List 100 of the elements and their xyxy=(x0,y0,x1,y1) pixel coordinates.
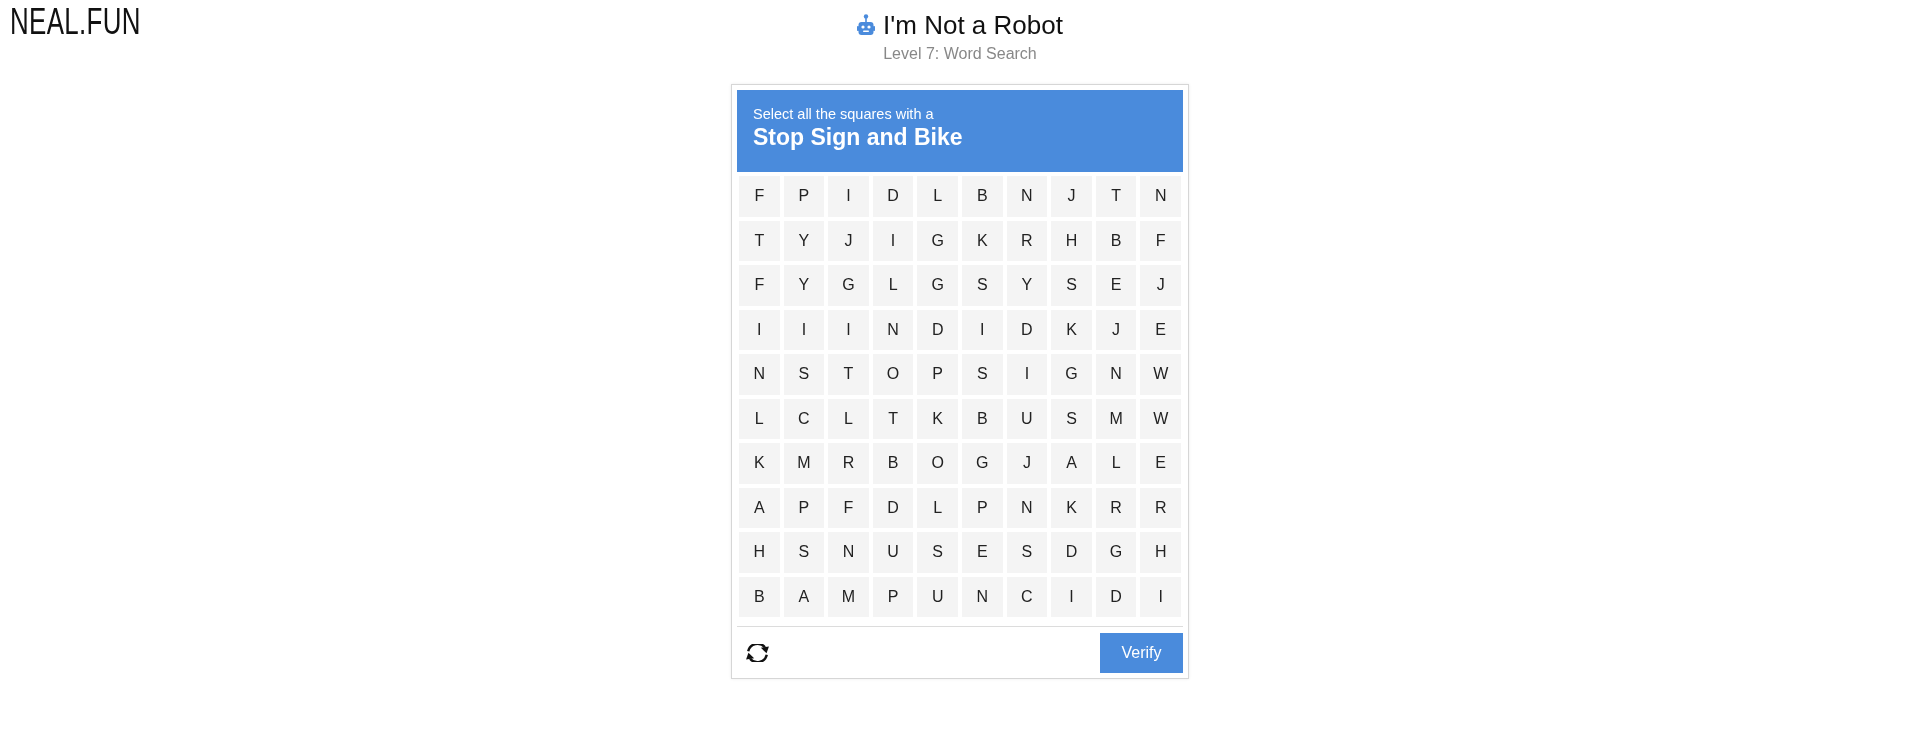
letter-tile[interactable]: F xyxy=(739,265,780,306)
letter-tile[interactable]: S xyxy=(962,354,1003,395)
letter-tile[interactable]: L xyxy=(917,487,958,528)
letter-tile[interactable]: G xyxy=(962,443,1003,484)
letter-tile[interactable]: R xyxy=(1006,220,1048,261)
letter-tile[interactable]: R xyxy=(828,443,869,484)
letter-tile[interactable]: S xyxy=(1051,265,1092,306)
letter-tile[interactable]: B xyxy=(739,576,780,617)
letter-tile[interactable]: L xyxy=(828,398,869,439)
letter-tile[interactable]: B xyxy=(872,443,914,484)
letter-tile[interactable]: I xyxy=(739,309,780,350)
letter-tile[interactable]: W xyxy=(1140,398,1181,439)
letter-tile[interactable]: W xyxy=(1140,354,1181,395)
letter-tile[interactable]: K xyxy=(962,220,1003,261)
letter-tile[interactable]: S xyxy=(783,532,825,573)
letter-tile[interactable]: O xyxy=(872,354,914,395)
letter-tile[interactable]: Y xyxy=(783,265,825,306)
letter-tile[interactable]: U xyxy=(872,532,914,573)
letter-tile[interactable]: H xyxy=(739,532,780,573)
letter-tile[interactable]: J xyxy=(1051,176,1092,217)
letter-tile[interactable]: S xyxy=(917,532,958,573)
letter-tile[interactable]: L xyxy=(917,176,958,217)
letter-tile[interactable]: J xyxy=(828,220,869,261)
letter-tile[interactable]: S xyxy=(1006,532,1048,573)
letter-tile[interactable]: T xyxy=(872,398,914,439)
letter-tile[interactable]: P xyxy=(962,487,1003,528)
letter-tile[interactable]: F xyxy=(739,176,780,217)
letter-tile[interactable]: P xyxy=(872,576,914,617)
letter-tile[interactable]: N xyxy=(1006,176,1048,217)
letter-tile[interactable]: P xyxy=(783,487,825,528)
letter-tile[interactable]: C xyxy=(783,398,825,439)
letter-tile[interactable]: R xyxy=(1140,487,1181,528)
letter-tile[interactable]: D xyxy=(1006,309,1048,350)
letter-tile[interactable]: E xyxy=(1140,309,1181,350)
letter-tile[interactable]: D xyxy=(872,176,914,217)
letter-tile[interactable]: H xyxy=(1140,532,1181,573)
letter-tile[interactable]: J xyxy=(1095,309,1137,350)
letter-tile[interactable]: D xyxy=(872,487,914,528)
letter-tile[interactable]: N xyxy=(962,576,1003,617)
letter-tile[interactable]: G xyxy=(917,220,958,261)
letter-tile[interactable]: M xyxy=(783,443,825,484)
letter-tile[interactable]: L xyxy=(872,265,914,306)
letter-tile[interactable]: S xyxy=(962,265,1003,306)
letter-tile[interactable]: N xyxy=(1140,176,1181,217)
letter-tile[interactable]: O xyxy=(917,443,958,484)
letter-tile[interactable]: B xyxy=(1095,220,1137,261)
letter-tile[interactable]: S xyxy=(1051,398,1092,439)
letter-tile[interactable]: B xyxy=(962,398,1003,439)
letter-tile[interactable]: E xyxy=(962,532,1003,573)
letter-tile[interactable]: I xyxy=(962,309,1003,350)
letter-tile[interactable]: M xyxy=(828,576,869,617)
letter-tile[interactable]: G xyxy=(917,265,958,306)
letter-tile[interactable]: U xyxy=(1006,398,1048,439)
letter-tile[interactable]: H xyxy=(1051,220,1092,261)
letter-tile[interactable]: M xyxy=(1095,398,1137,439)
letter-tile[interactable]: B xyxy=(962,176,1003,217)
refresh-icon[interactable] xyxy=(745,644,770,662)
letter-tile[interactable]: G xyxy=(1095,532,1137,573)
letter-tile[interactable]: E xyxy=(1095,265,1137,306)
letter-tile[interactable]: G xyxy=(828,265,869,306)
letter-tile[interactable]: J xyxy=(1006,443,1048,484)
letter-tile[interactable]: T xyxy=(1095,176,1137,217)
letter-tile[interactable]: A xyxy=(739,487,780,528)
letter-tile[interactable]: A xyxy=(1051,443,1092,484)
letter-tile[interactable]: U xyxy=(917,576,958,617)
letter-tile[interactable]: P xyxy=(783,176,825,217)
letter-tile[interactable]: G xyxy=(1051,354,1092,395)
letter-tile[interactable]: K xyxy=(1051,309,1092,350)
letter-tile[interactable]: T xyxy=(739,220,780,261)
letter-tile[interactable]: I xyxy=(828,309,869,350)
letter-tile[interactable]: I xyxy=(783,309,825,350)
letter-tile[interactable]: J xyxy=(1140,265,1181,306)
site-logo[interactable]: NEAL.FUN xyxy=(10,2,141,42)
letter-tile[interactable]: K xyxy=(739,443,780,484)
letter-tile[interactable]: Y xyxy=(783,220,825,261)
letter-tile[interactable]: F xyxy=(1140,220,1181,261)
letter-tile[interactable]: D xyxy=(1095,576,1137,617)
letter-tile[interactable]: I xyxy=(1006,354,1048,395)
letter-tile[interactable]: I xyxy=(1140,576,1181,617)
letter-tile[interactable]: F xyxy=(828,487,869,528)
letter-tile[interactable]: I xyxy=(1051,576,1092,617)
letter-tile[interactable]: P xyxy=(917,354,958,395)
letter-tile[interactable]: D xyxy=(1051,532,1092,573)
letter-tile[interactable]: K xyxy=(917,398,958,439)
letter-tile[interactable]: D xyxy=(917,309,958,350)
letter-tile[interactable]: N xyxy=(872,309,914,350)
letter-tile[interactable]: E xyxy=(1140,443,1181,484)
letter-tile[interactable]: L xyxy=(739,398,780,439)
letter-tile[interactable]: T xyxy=(828,354,869,395)
letter-tile[interactable]: C xyxy=(1006,576,1048,617)
letter-tile[interactable]: R xyxy=(1095,487,1137,528)
letter-tile[interactable]: I xyxy=(872,220,914,261)
letter-tile[interactable]: S xyxy=(783,354,825,395)
letter-tile[interactable]: N xyxy=(739,354,780,395)
letter-tile[interactable]: Y xyxy=(1006,265,1048,306)
letter-tile[interactable]: A xyxy=(783,576,825,617)
letter-tile[interactable]: L xyxy=(1095,443,1137,484)
letter-tile[interactable]: K xyxy=(1051,487,1092,528)
letter-tile[interactable]: N xyxy=(1006,487,1048,528)
letter-tile[interactable]: N xyxy=(1095,354,1137,395)
